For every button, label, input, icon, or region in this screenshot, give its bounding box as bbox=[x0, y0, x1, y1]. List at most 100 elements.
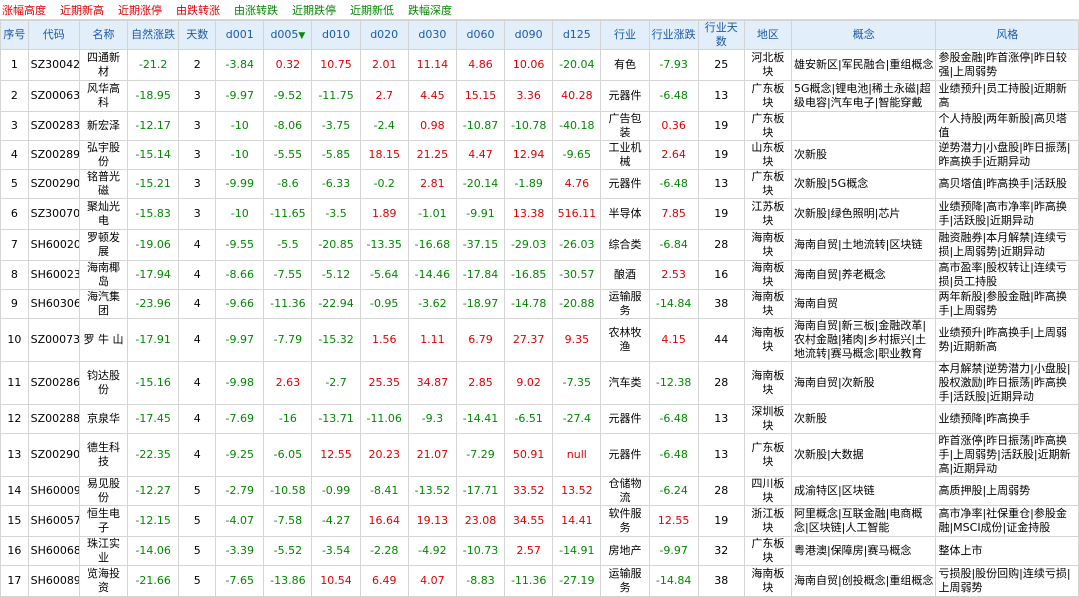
tab-5[interactable]: 近期跌停 bbox=[292, 2, 336, 18]
cell-概念: 次新股 bbox=[790, 140, 937, 170]
tab-0[interactable]: 涨幅高度 bbox=[2, 2, 46, 18]
cell-d005: -8.06 bbox=[263, 111, 313, 141]
cell-行业天数: 38 bbox=[697, 289, 745, 319]
cell-d060: 15.15 bbox=[455, 80, 506, 112]
cell-代码: SZ300708 bbox=[27, 198, 80, 230]
cell-d090: 3.36 bbox=[504, 80, 554, 112]
cell-序号: 11 bbox=[0, 361, 29, 405]
tab-1[interactable]: 近期新高 bbox=[60, 2, 104, 18]
cell-d020: 6.49 bbox=[359, 565, 409, 597]
cell-序号: 7 bbox=[0, 229, 29, 261]
column-header-0[interactable]: 序号 bbox=[0, 20, 29, 50]
column-header-16[interactable]: 地区 bbox=[743, 20, 792, 50]
column-header-label: d010 bbox=[322, 28, 351, 41]
table-row[interactable]: 4SZ002890弘宇股份-15.143-10-5.55-5.8518.1521… bbox=[0, 140, 1079, 170]
cell-d030: -14.46 bbox=[407, 260, 457, 290]
table-row[interactable]: 6SZ300708聚灿光电-15.833-10-11.65-3.51.89-1.… bbox=[0, 198, 1079, 230]
column-header-8[interactable]: d020 bbox=[359, 20, 409, 50]
cell-d030: 19.13 bbox=[407, 505, 457, 537]
cell-d060: 23.08 bbox=[455, 505, 506, 537]
cell-d090: 27.37 bbox=[504, 318, 554, 362]
table-row[interactable]: 12SZ002885京泉华-17.454-7.69-16-13.71-11.06… bbox=[0, 404, 1079, 434]
table-row[interactable]: 16SH600684珠江实业-14.065-3.39-5.52-3.54-2.2… bbox=[0, 536, 1079, 566]
table-row[interactable]: 2SZ000636风华高科-18.953-9.97-9.52-11.752.74… bbox=[0, 80, 1079, 112]
column-header-17[interactable]: 概念 bbox=[790, 20, 937, 50]
tab-2[interactable]: 近期涨停 bbox=[118, 2, 162, 18]
cell-行业: 酿酒 bbox=[600, 260, 650, 290]
cell-名称: 德生科技 bbox=[78, 433, 129, 477]
cell-序号: 1 bbox=[0, 49, 29, 81]
column-header-15[interactable]: 行业天数 bbox=[697, 20, 745, 50]
cell-代码: SH600209 bbox=[27, 229, 80, 261]
sort-down-arrow-icon: ▼ bbox=[298, 30, 306, 41]
table-row[interactable]: 5SZ002902铭普光磁-15.213-9.99-8.6-6.33-0.22.… bbox=[0, 169, 1079, 199]
column-header-18[interactable]: 风格 bbox=[935, 20, 1079, 50]
cell-概念: 海南自贸|次新股 bbox=[790, 361, 937, 405]
column-header-12[interactable]: d125 bbox=[552, 20, 602, 50]
column-header-3[interactable]: 自然涨跌 bbox=[127, 20, 180, 50]
cell-d030: 21.25 bbox=[407, 140, 457, 170]
column-header-1[interactable]: 代码 bbox=[27, 20, 80, 50]
cell-行业天数: 13 bbox=[697, 433, 745, 477]
cell-d020: 18.15 bbox=[359, 140, 409, 170]
cell-d125: -14.91 bbox=[552, 536, 602, 566]
cell-行业: 元器件 bbox=[600, 433, 650, 477]
table-row[interactable]: 3SZ002836新宏泽-12.173-10-8.06-3.75-2.40.98… bbox=[0, 111, 1079, 141]
column-header-14[interactable]: 行业涨跌 bbox=[648, 20, 699, 50]
cell-d001: -4.07 bbox=[215, 505, 265, 537]
column-header-10[interactable]: d060 bbox=[455, 20, 506, 50]
cell-d125: 40.28 bbox=[552, 80, 602, 112]
cell-d010: -4.27 bbox=[311, 505, 361, 537]
cell-d030: -4.92 bbox=[407, 536, 457, 566]
cell-天数: 3 bbox=[178, 111, 217, 141]
cell-d125: -27.19 bbox=[552, 565, 602, 597]
table-row[interactable]: 13SZ002908德生科技-22.354-9.25-6.0512.5520.2… bbox=[0, 433, 1079, 477]
cell-天数: 2 bbox=[178, 49, 217, 81]
table-row[interactable]: 7SH600209罗顿发展-19.064-9.55-5.5-20.85-13.3… bbox=[0, 229, 1079, 261]
table-row[interactable]: 15SH600570恒生电子-12.155-4.07-7.58-4.2716.6… bbox=[0, 505, 1079, 537]
cell-d001: -10 bbox=[215, 140, 265, 170]
table-row[interactable]: 10SZ000735罗 牛 山-17.914-9.97-7.79-15.321.… bbox=[0, 318, 1079, 362]
column-header-4[interactable]: 天数 bbox=[178, 20, 217, 50]
tab-6[interactable]: 近期新低 bbox=[350, 2, 394, 18]
cell-d060: -17.84 bbox=[455, 260, 506, 290]
tab-3[interactable]: 由跌转涨 bbox=[176, 2, 220, 18]
column-header-5[interactable]: d001 bbox=[215, 20, 265, 50]
column-header-11[interactable]: d090 bbox=[504, 20, 554, 50]
cell-自然涨跌: -17.45 bbox=[127, 404, 180, 434]
cell-名称: 览海投资 bbox=[78, 565, 129, 597]
cell-代码: SZ002902 bbox=[27, 169, 80, 199]
tab-7[interactable]: 跌幅深度 bbox=[408, 2, 452, 18]
cell-风格: 昨首涨停|昨日振荡|昨高换手|上周弱势|活跃股|近期新高|近期异动 bbox=[935, 433, 1079, 477]
cell-概念: 海南自贸|土地流转|区块链 bbox=[790, 229, 937, 261]
cell-名称: 罗 牛 山 bbox=[78, 318, 129, 362]
cell-代码: SH600570 bbox=[27, 505, 80, 537]
cell-d125: -9.65 bbox=[552, 140, 602, 170]
table-row[interactable]: 17SH600896览海投资-21.665-7.65-13.8610.546.4… bbox=[0, 565, 1079, 597]
column-header-9[interactable]: d030 bbox=[407, 20, 457, 50]
table-row[interactable]: 1SZ300428四通新材-21.22-3.840.3210.752.0111.… bbox=[0, 49, 1079, 81]
cell-d090: 2.57 bbox=[504, 536, 554, 566]
tab-4[interactable]: 由涨转跌 bbox=[234, 2, 278, 18]
table-row[interactable]: 11SZ002865钧达股份-15.164-9.982.63-2.725.353… bbox=[0, 361, 1079, 405]
cell-d001: -10 bbox=[215, 198, 265, 230]
cell-d001: -9.99 bbox=[215, 169, 265, 199]
column-header-13[interactable]: 行业 bbox=[600, 20, 650, 50]
column-header-6[interactable]: d005▼ bbox=[263, 20, 313, 50]
column-header-label: 自然涨跌 bbox=[131, 28, 176, 41]
cell-风格: 高质押股|上周弱势 bbox=[935, 476, 1079, 506]
cell-名称: 京泉华 bbox=[78, 404, 129, 434]
table-row[interactable]: 9SH603069海汽集团-23.964-9.66-11.36-22.94-0.… bbox=[0, 289, 1079, 319]
column-header-label: d125 bbox=[562, 28, 591, 41]
table-row[interactable]: 14SH600093易见股份-12.275-2.79-10.58-0.99-8.… bbox=[0, 476, 1079, 506]
cell-行业天数: 19 bbox=[697, 111, 745, 141]
cell-代码: SZ000636 bbox=[27, 80, 80, 112]
column-header-2[interactable]: 名称 bbox=[78, 20, 129, 50]
cell-代码: SH600238 bbox=[27, 260, 80, 290]
table-row[interactable]: 8SH600238海南椰岛-17.944-8.66-7.55-5.12-5.64… bbox=[0, 260, 1079, 290]
cell-代码: SZ000735 bbox=[27, 318, 80, 362]
cell-d005: -5.55 bbox=[263, 140, 313, 170]
column-header-7[interactable]: d010 bbox=[311, 20, 361, 50]
cell-行业: 汽车类 bbox=[600, 361, 650, 405]
cell-风格: 参股金融|昨首涨停|昨日较强|上周弱势 bbox=[935, 49, 1079, 81]
